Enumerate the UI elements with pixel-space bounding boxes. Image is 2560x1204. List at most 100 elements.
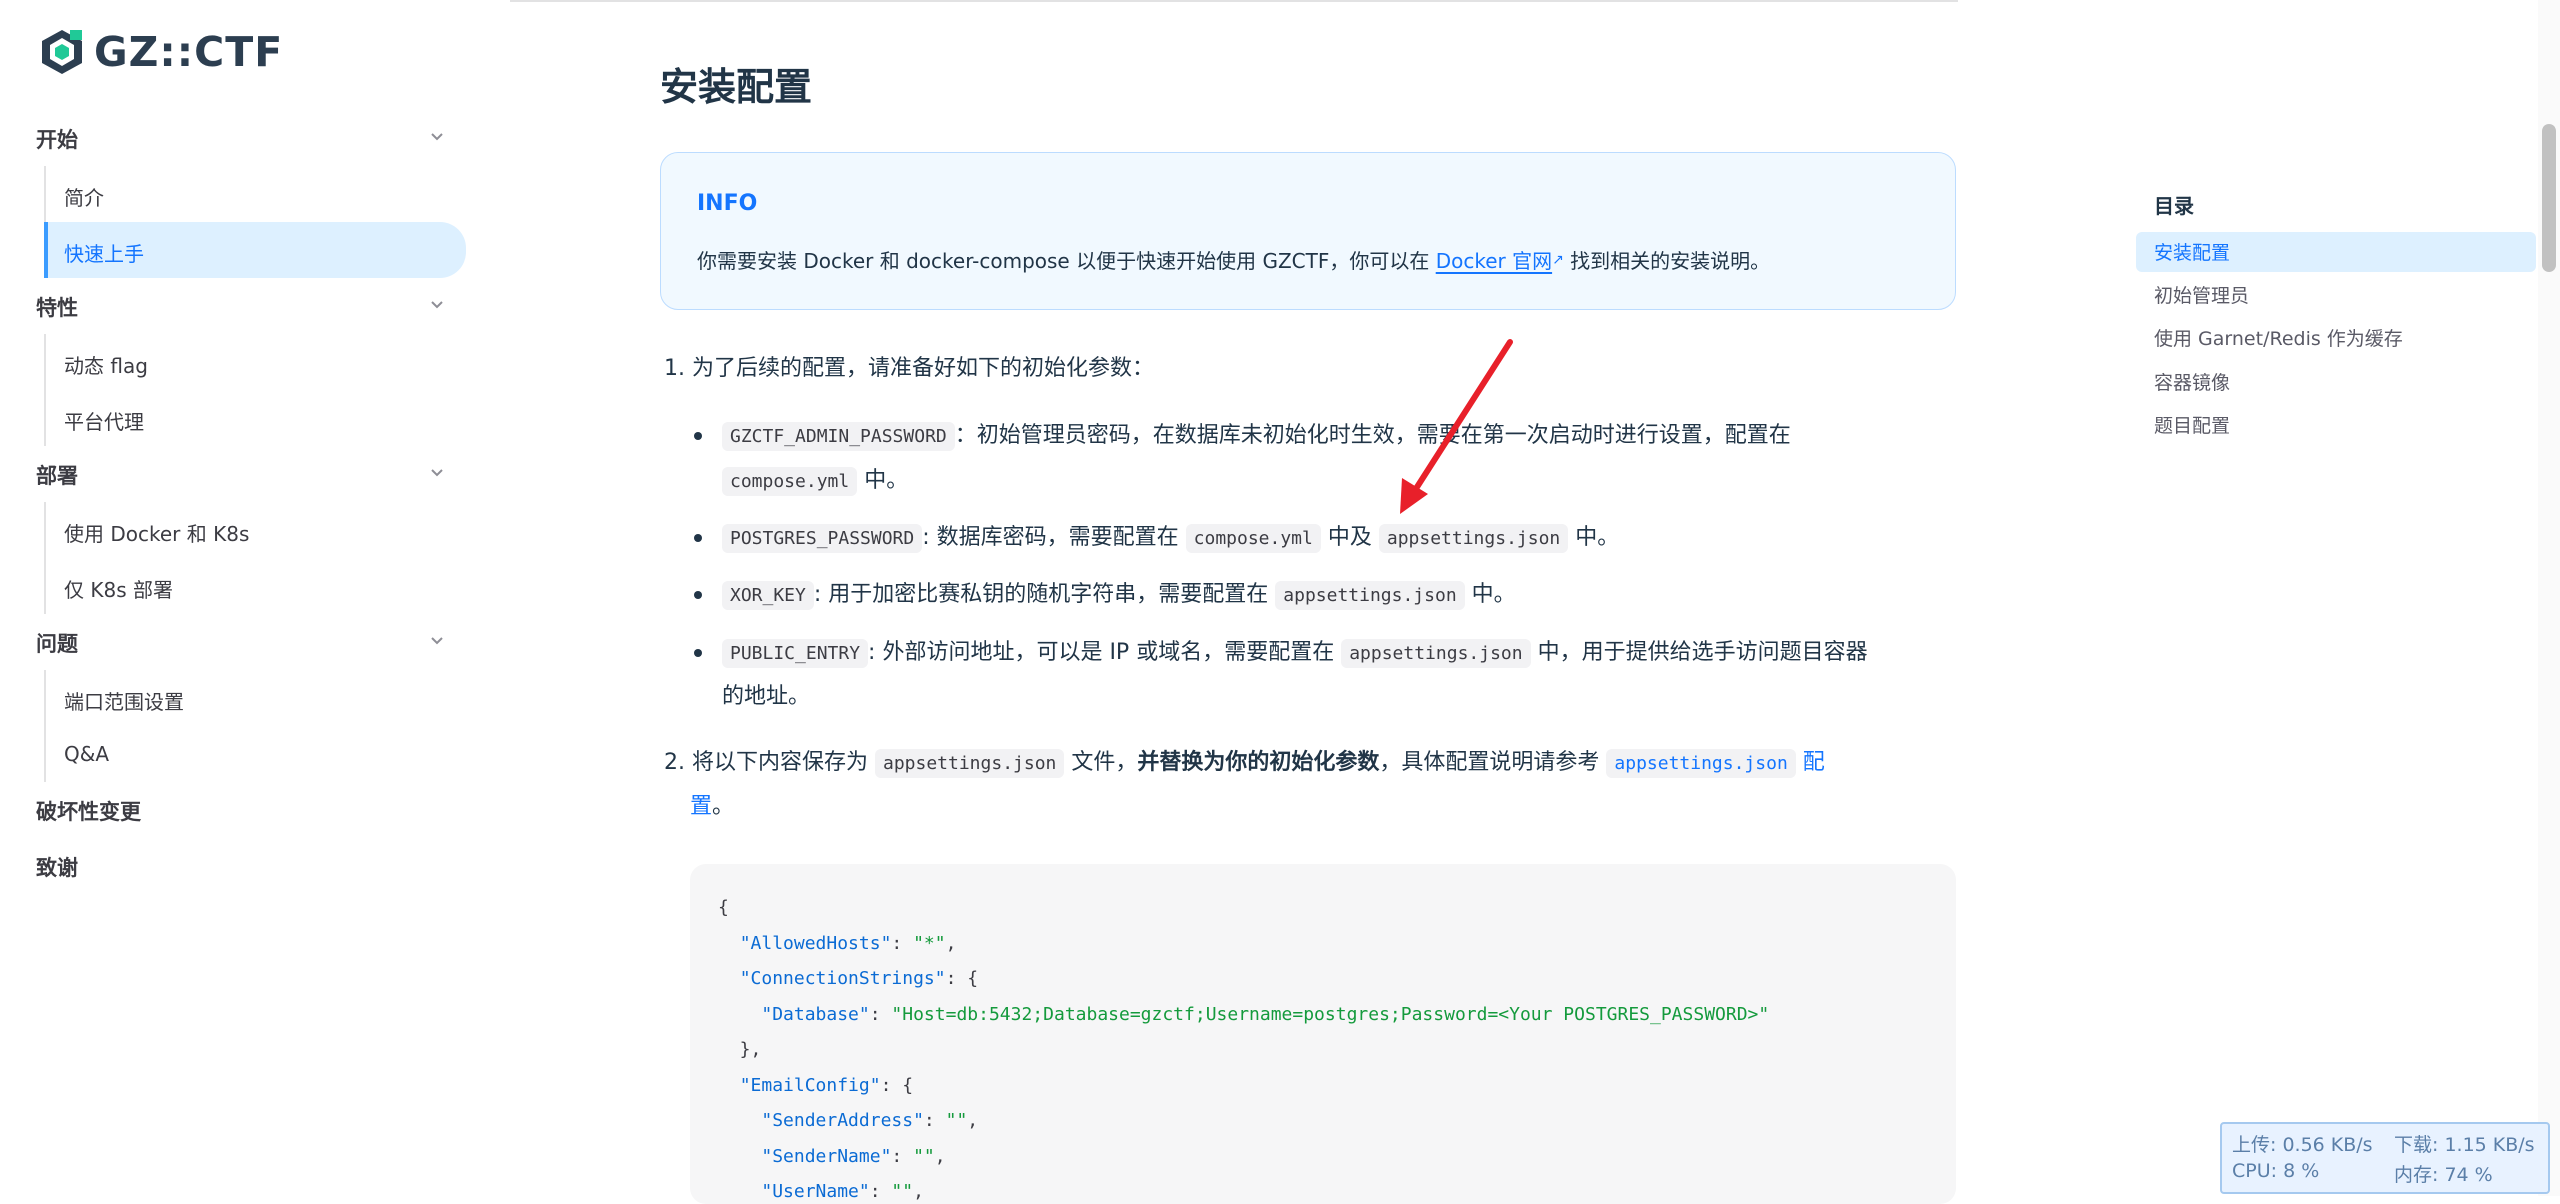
sidebar-item-label: 简介: [64, 186, 104, 210]
sidebar-item-label: 使用 Docker 和 K8s: [64, 522, 250, 546]
sidebar-link-label: 破坏性变更: [36, 800, 141, 824]
chevron-down-icon[interactable]: [428, 632, 446, 650]
external-link-icon: ↗: [1552, 252, 1564, 268]
sidebar-item-label: 端口范围设置: [64, 690, 184, 714]
step-2-text-after: ，具体配置说明请参考: [1379, 750, 1607, 775]
step-1-text: 1. 为了后续的配置，请准备好如下的初始化参数：: [664, 356, 1154, 381]
list-item-tail: 中。: [857, 468, 909, 493]
code-public-entry: PUBLIC_ENTRY: [722, 639, 869, 668]
code-appsettings-json: appsettings.json: [874, 749, 1065, 778]
sidebar-link-breaking-changes[interactable]: 破坏性变更: [0, 782, 470, 838]
code-content: { "AllowedHosts": "*", "ConnectionString…: [718, 897, 1770, 1202]
sidebar-item-quickstart[interactable]: 快速上手: [44, 222, 466, 278]
scrollbar-thumb[interactable]: [2542, 124, 2556, 272]
appsettings-config-link-code[interactable]: appsettings.json: [1606, 749, 1796, 778]
toc-item-install-config[interactable]: 安装配置: [2154, 238, 2230, 265]
sidebar-group-deploy: 使用 Docker 和 K8s 仅 K8s 部署: [44, 502, 470, 614]
info-text: 你需要安装 Docker 和 docker-compose 以便于快速开始使用 …: [697, 245, 1770, 274]
red-annotation-arrow: [1400, 339, 1513, 514]
code-appsettings-json: appsettings.json: [1341, 639, 1531, 668]
step-2-line2: 置。: [690, 790, 734, 824]
list-item-text: 中及: [1320, 525, 1379, 550]
sidebar-item-label: 平台代理: [64, 410, 144, 434]
code-appsettings-json: appsettings.json: [1378, 524, 1569, 553]
sidebar-section-title: 问题: [36, 632, 78, 656]
sidebar-section-deploy[interactable]: 部署: [0, 446, 470, 502]
sidebar-item-intro[interactable]: 简介: [46, 166, 470, 222]
sidebar-item-label: 动态 flag: [64, 354, 148, 378]
code-compose-yml: compose.yml: [722, 467, 858, 496]
memory-usage: 内存: 74 %: [2394, 1164, 2493, 1186]
code-block[interactable]: { "AllowedHosts": "*", "ConnectionString…: [690, 864, 1956, 1204]
toc-item-challenge-config[interactable]: 题目配置: [2154, 411, 2230, 438]
code-appsettings-json: appsettings.json: [1275, 581, 1465, 610]
chevron-down-icon[interactable]: [428, 296, 446, 314]
sidebar-item-qa[interactable]: Q&A: [46, 726, 470, 782]
logo-text: GZ::CTF: [94, 28, 284, 76]
appsettings-config-link-cont[interactable]: 置: [690, 794, 712, 819]
list-item-public-entry-line2: 的地址。: [722, 684, 811, 709]
list-bullet: [694, 534, 702, 542]
sidebar-link-thanks[interactable]: 致谢: [0, 838, 470, 894]
sidebar-section-issues[interactable]: 问题: [0, 614, 470, 670]
cpu-usage: CPU: 8 %: [2232, 1160, 2320, 1182]
sidebar-item-port-range[interactable]: 端口范围设置: [46, 670, 470, 726]
code-xor-key: XOR_KEY: [722, 581, 814, 610]
sidebar-item-platform-proxy[interactable]: 平台代理: [46, 390, 470, 446]
sidebar-item-docker-k8s[interactable]: 使用 Docker 和 K8s: [46, 502, 470, 558]
upload-speed: 上传: 0.56 KB/s: [2232, 1134, 2373, 1156]
step-2-text: 2. 将以下内容保存为 appsettings.json 文件，并替换为你的初始…: [664, 746, 1825, 781]
list-bullet: [694, 649, 702, 657]
sidebar-group-features: 动态 flag 平台代理: [44, 334, 470, 446]
sidebar-item-label: Q&A: [64, 742, 110, 766]
code-admin-password: GZCTF_ADMIN_PASSWORD: [722, 422, 955, 451]
download-speed: 下载: 1.15 KB/s: [2394, 1134, 2535, 1156]
sidebar-item-k8s-only[interactable]: 仅 K8s 部署: [46, 558, 470, 614]
list-bullet: [694, 591, 702, 599]
docker-site-link[interactable]: Docker 官网: [1436, 249, 1552, 273]
list-item-admin-password: GZCTF_ADMIN_PASSWORD ：初始管理员密码，在数据库未初始化时生效…: [722, 419, 1791, 454]
list-item-tail: 中，用于提供给选手访问题目容器: [1530, 640, 1868, 665]
list-item-tail: 中。: [1568, 525, 1620, 550]
sidebar-group-start: 简介 快速上手: [44, 166, 470, 278]
chevron-down-icon[interactable]: [428, 464, 446, 482]
sidebar-item-label: 快速上手: [64, 242, 144, 266]
code-compose-yml: compose.yml: [1185, 524, 1321, 553]
list-item-postgres-password: POSTGRES_PASSWORD: 数据库密码，需要配置在 compose.y…: [722, 521, 1619, 556]
info-text-after: 找到相关的安装说明。: [1563, 249, 1771, 273]
toc-item-initial-admin[interactable]: 初始管理员: [2154, 281, 2249, 308]
list-item-text: ：初始管理员密码，在数据库未初始化时生效，需要在第一次启动时进行设置，配置在: [954, 423, 1791, 448]
sidebar-item-label: 仅 K8s 部署: [64, 578, 173, 602]
toc-item-container-image[interactable]: 容器镜像: [2154, 368, 2230, 395]
sidebar-nav: 开始 简介 快速上手 特性 动态 flag 平台代理 部署 使用 Docker …: [0, 110, 470, 894]
list-item-text: : 数据库密码，需要配置在: [922, 525, 1186, 550]
sidebar-group-issues: 端口范围设置 Q&A: [44, 670, 470, 782]
network-monitor-widget[interactable]: 上传: 0.56 KB/s 下载: 1.15 KB/s CPU: 8 % 内存:…: [2220, 1122, 2550, 1194]
toc-item-cache[interactable]: 使用 Garnet/Redis 作为缓存: [2154, 324, 2403, 351]
step-2-bold: 并替换为你的初始化参数: [1137, 750, 1380, 775]
site-logo[interactable]: GZ::CTF: [40, 28, 283, 76]
top-divider: [510, 0, 1958, 2]
list-item-text: : 外部访问地址，可以是 IP 或域名，需要配置在: [868, 640, 1342, 665]
sidebar-item-dynamic-flag[interactable]: 动态 flag: [46, 334, 470, 390]
step-2-text-before: 2. 将以下内容保存为: [664, 750, 875, 775]
sidebar-section-features[interactable]: 特性: [0, 278, 470, 334]
list-item-admin-password-line2: compose.yml 中。: [722, 464, 908, 499]
info-title: INFO: [697, 191, 758, 216]
toc-title: 目录: [2154, 194, 2194, 218]
info-callout: INFO 你需要安装 Docker 和 docker-compose 以便于快速…: [660, 152, 1956, 310]
list-item-text: : 用于加密比赛私钥的随机字符串，需要配置在: [813, 582, 1276, 607]
step-2-tail: 。: [712, 794, 735, 819]
list-item-public-entry: PUBLIC_ENTRY: 外部访问地址，可以是 IP 或域名，需要配置在 ap…: [722, 636, 1868, 671]
sidebar-link-label: 致谢: [36, 856, 78, 880]
appsettings-config-link[interactable]: 配: [1796, 750, 1825, 775]
info-text-before: 你需要安装 Docker 和 docker-compose 以便于快速开始使用 …: [697, 249, 1436, 273]
chevron-down-icon[interactable]: [428, 128, 446, 146]
sidebar-section-start[interactable]: 开始: [0, 110, 470, 166]
list-item-tail: 中。: [1464, 582, 1516, 607]
list-bullet: [694, 432, 702, 440]
gzctf-logo-icon: [42, 30, 82, 74]
page-title: 安装配置: [660, 65, 813, 109]
sidebar-section-title: 开始: [36, 128, 78, 152]
code-postgres-password: POSTGRES_PASSWORD: [722, 524, 923, 553]
